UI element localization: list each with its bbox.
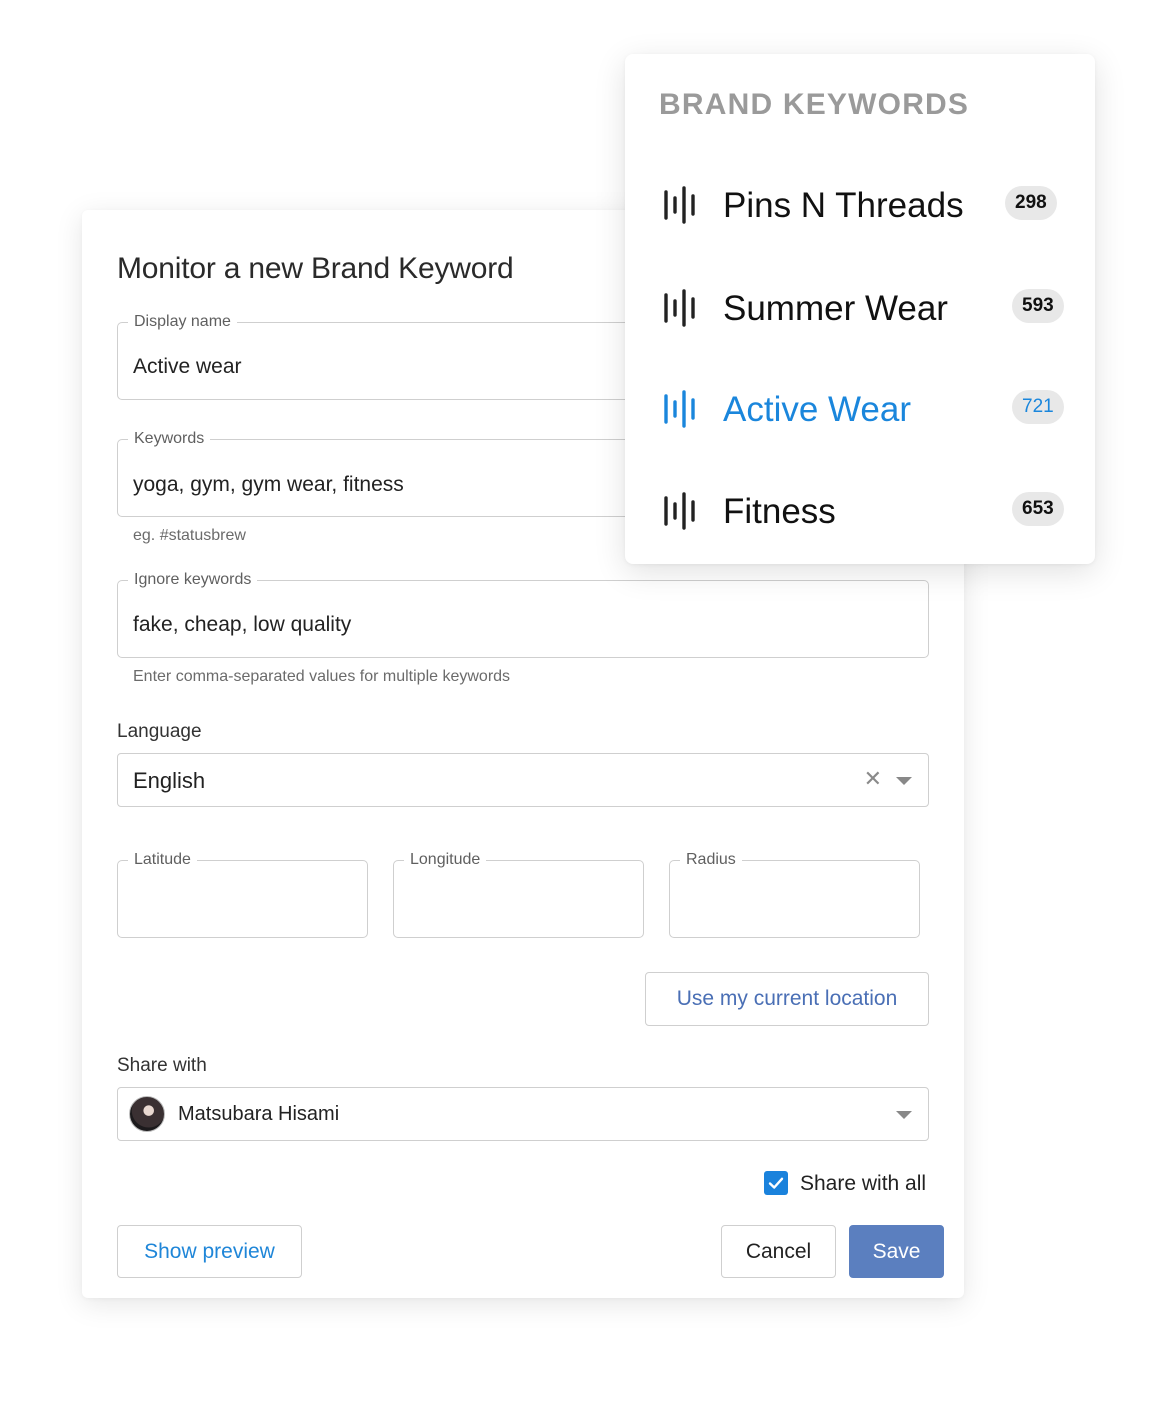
radius-field[interactable]: Radius [669,851,920,938]
waveform-icon [664,390,695,428]
ignore-keywords-label: Ignore keywords [128,571,258,589]
waveform-icon [664,186,695,224]
use-current-location-button[interactable]: Use my current location [645,972,929,1026]
keywords-value: yoga, gym, gym wear, fitness [133,473,404,496]
waveform-icon [664,289,695,327]
share-with-all-checkbox[interactable] [764,1171,788,1195]
brand-keyword-item[interactable]: Active Wear 721 [663,388,1064,432]
share-with-all-label: Share with all [800,1172,927,1195]
cancel-button[interactable]: Cancel [721,1225,836,1278]
radius-label: Radius [680,851,742,869]
close-icon[interactable]: ✕ [864,768,882,790]
keywords-label: Keywords [128,430,211,448]
save-button[interactable]: Save [849,1225,944,1278]
chevron-down-icon[interactable] [896,1111,912,1119]
brand-keyword-item[interactable]: Pins N Threads 298 [663,184,1063,228]
longitude-field[interactable]: Longitude [393,851,644,938]
display-name-label: Display name [128,313,237,331]
share-with-label: Share with [117,1055,207,1076]
check-icon [768,1177,784,1189]
brand-keyword-count: 721 [1012,390,1064,424]
brand-keywords-panel: BRAND KEYWORDS Pins N Threads 298 Summer… [625,54,1095,564]
latitude-field[interactable]: Latitude [117,851,368,938]
chevron-down-icon[interactable] [896,777,912,785]
display-name-value: Active wear [133,355,242,378]
keywords-helper: eg. #statusbrew [133,527,246,544]
share-with-user: Matsubara Hisami [178,1103,340,1125]
language-value: English [133,768,206,793]
longitude-label: Longitude [404,851,487,869]
brand-keyword-name: Pins N Threads [723,186,964,225]
brand-keyword-count: 593 [1012,289,1064,323]
ignore-keywords-field[interactable]: Ignore keywords fake, cheap, low quality [117,571,929,658]
brand-keyword-item[interactable]: Summer Wear 593 [663,287,1064,331]
page: Monitor a new Brand Keyword Display name… [0,0,1156,1402]
brand-keywords-heading: BRAND KEYWORDS [659,88,970,121]
dialog-title: Monitor a new Brand Keyword [117,252,514,285]
waveform-icon [664,492,695,530]
brand-keyword-name: Active Wear [723,390,912,429]
latitude-label: Latitude [128,851,197,869]
brand-keyword-name: Summer Wear [723,289,948,328]
share-with-select[interactable]: Matsubara Hisami [117,1087,929,1141]
brand-keyword-count: 298 [1005,186,1057,220]
ignore-keywords-value: fake, cheap, low quality [133,613,352,636]
brand-keyword-name: Fitness [723,492,836,531]
ignore-keywords-helper: Enter comma-separated values for multipl… [133,668,511,685]
language-label: Language [117,721,202,742]
avatar [129,1096,165,1132]
show-preview-button[interactable]: Show preview [117,1225,302,1278]
brand-keyword-count: 653 [1012,492,1064,526]
brand-keyword-item[interactable]: Fitness 653 [663,490,1064,534]
language-select[interactable]: English ✕ [117,753,929,807]
